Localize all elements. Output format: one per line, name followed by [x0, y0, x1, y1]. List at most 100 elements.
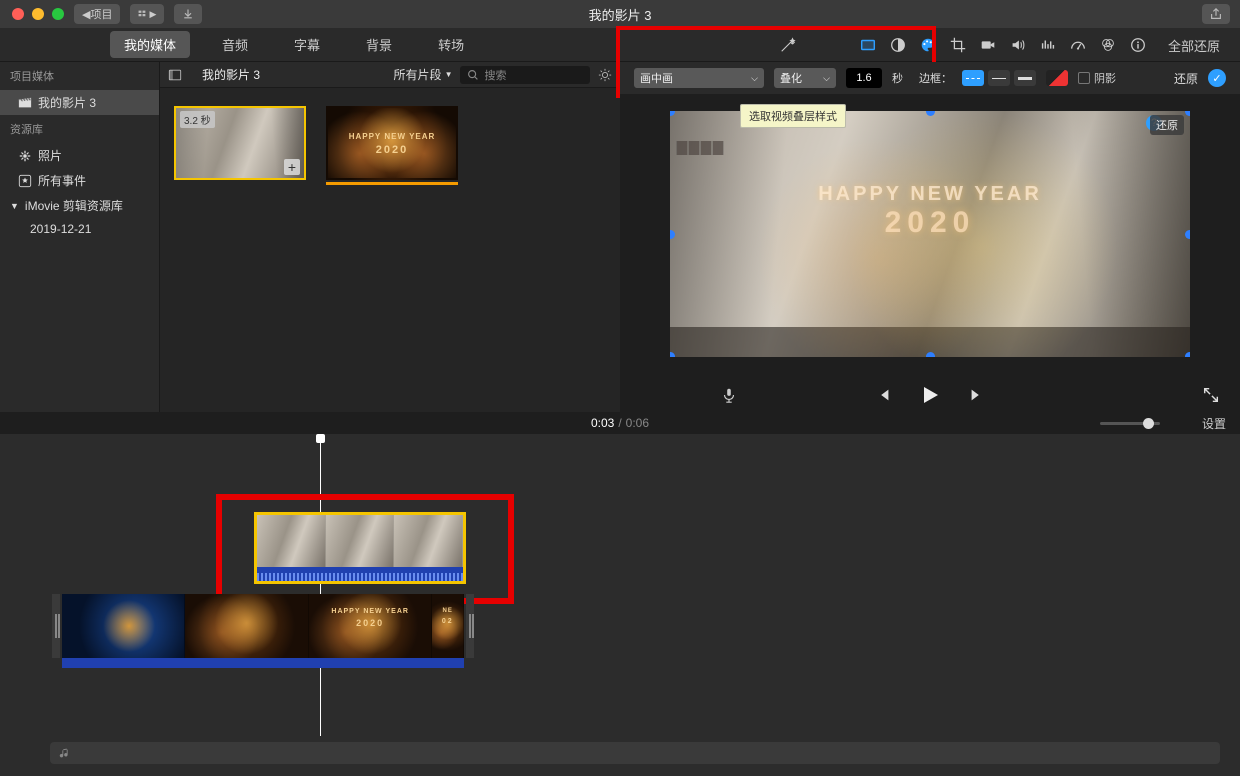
sidebar-item-photos-label: 照片 [38, 147, 62, 164]
voiceover-button[interactable] [720, 386, 738, 407]
color-balance-button[interactable] [888, 35, 908, 55]
tab-backgrounds[interactable]: 背景 [352, 31, 406, 58]
chevron-left-icon: ◀ [82, 8, 90, 21]
transport-controls [620, 380, 1240, 412]
overlay-mode-dropdown[interactable]: 画中画 ⌵ [634, 68, 764, 88]
tab-my-media[interactable]: 我的媒体 [110, 31, 190, 58]
zoom-knob[interactable] [1143, 418, 1154, 429]
prev-frame-button[interactable] [874, 386, 892, 407]
clip-trim-handle-left[interactable] [52, 594, 60, 658]
tab-backgrounds-label: 背景 [366, 38, 392, 53]
sidebar-item-all-events[interactable]: 所有事件 [0, 168, 159, 193]
checkbox-icon [1078, 72, 1090, 84]
resize-handle-bm[interactable] [926, 352, 935, 357]
search-input[interactable]: 搜索 [460, 66, 590, 84]
border-thin-button[interactable] [988, 70, 1010, 86]
preview-text-line1: HAPPY NEW YEAR [670, 183, 1190, 206]
volume-button[interactable] [1008, 35, 1028, 55]
back-to-projects-button[interactable]: ◀ 项目 [74, 4, 120, 24]
dashed-line-icon [966, 78, 980, 79]
resize-handle-br[interactable] [1185, 352, 1190, 357]
dissolve-dropdown[interactable]: 叠化 ⌵ [774, 68, 836, 88]
timeline-settings-label: 设置 [1202, 417, 1226, 431]
sidebar-item-photos[interactable]: 照片 [0, 143, 159, 168]
speed-button[interactable] [1068, 35, 1088, 55]
crop-button[interactable] [948, 35, 968, 55]
timeline-settings-button[interactable]: 设置 [1202, 415, 1226, 432]
clip-filter-dropdown[interactable]: 所有片段 ▼ [394, 66, 453, 83]
overlay-settings-button[interactable] [858, 35, 878, 55]
shadow-label: 阴影 [1094, 70, 1116, 86]
share-icon [1209, 7, 1223, 21]
video-preview[interactable]: HAPPY NEW YEAR 2020 ? 还原 [670, 111, 1190, 357]
tab-transitions[interactable]: 转场 [424, 31, 478, 58]
resize-handle-rm[interactable] [1185, 230, 1190, 239]
window-controls [12, 8, 64, 20]
fullscreen-icon [1202, 386, 1220, 404]
browser-settings-button[interactable] [598, 68, 612, 82]
overlay-clip-audio[interactable] [257, 567, 463, 584]
timeline-overlay-clip[interactable] [254, 512, 466, 584]
auto-enhance-button[interactable] [778, 35, 798, 55]
browser-content: 3.2 秒 + HAPPY NEW YEAR 2020 [160, 88, 620, 412]
time-separator: / [618, 416, 621, 430]
browser-title: 我的影片 3 [202, 66, 260, 83]
thumb-2-used-indicator [326, 182, 458, 185]
tab-titles[interactable]: 字幕 [280, 31, 334, 58]
media-thumb-1[interactable]: 3.2 秒 + [174, 106, 306, 180]
border-thick-button[interactable] [1014, 70, 1036, 86]
thumb-2-text1: HAPPY NEW YEAR [328, 132, 456, 141]
main-clip-audio[interactable] [62, 658, 464, 668]
timeline-main-track[interactable]: HAPPY NEW YEAR 2020 NE 02 [62, 594, 464, 672]
shadow-checkbox[interactable]: 阴影 [1078, 70, 1116, 86]
background-music-well[interactable] [50, 742, 1220, 764]
next-frame-button[interactable] [968, 386, 986, 407]
timeline-zoom-slider[interactable] [1100, 422, 1160, 425]
info-button[interactable] [1128, 35, 1148, 55]
sidebar-toggle-button[interactable] [168, 68, 182, 82]
tab-my-media-label: 我的媒体 [124, 38, 176, 53]
chevron-right-icon: ▶ [150, 9, 157, 20]
preview-wrap: HAPPY NEW YEAR 2020 ? 还原 [620, 94, 1240, 380]
crop-icon [949, 36, 967, 54]
minimize-window-button[interactable] [32, 8, 44, 20]
palette-icon [919, 36, 937, 54]
thumb-2-text2: 2020 [328, 144, 456, 156]
sidebar-item-event-date[interactable]: 2019-12-21 [0, 218, 159, 240]
restore-all-button[interactable]: 全部还原 [1168, 36, 1220, 55]
library-view-button[interactable]: ▶ [130, 4, 164, 24]
skip-forward-icon [968, 386, 986, 404]
playhead[interactable] [320, 434, 321, 736]
noise-reduction-button[interactable] [1038, 35, 1058, 55]
thumb-1-add-button[interactable]: + [284, 159, 300, 175]
dissolve-value: 叠化 [780, 70, 802, 86]
download-arrow-icon [182, 7, 194, 21]
preview-restore-badge[interactable]: 还原 [1150, 115, 1184, 135]
clip-filter-button[interactable] [1098, 35, 1118, 55]
search-placeholder: 搜索 [484, 67, 506, 83]
back-to-projects-label: 项目 [90, 6, 112, 22]
play-button[interactable] [918, 383, 942, 410]
import-button[interactable] [174, 4, 202, 24]
border-color-swatch[interactable] [1046, 70, 1068, 86]
color-correction-button[interactable] [918, 35, 938, 55]
border-none-button[interactable] [962, 70, 984, 86]
maximize-window-button[interactable] [52, 8, 64, 20]
preview-position-controls[interactable] [676, 141, 724, 155]
timeline[interactable]: HAPPY NEW YEAR 2020 NE 02 [0, 434, 1240, 776]
close-window-button[interactable] [12, 8, 24, 20]
share-button[interactable] [1202, 4, 1230, 24]
overlay-restore-button[interactable]: 还原 [1174, 70, 1198, 87]
clip-trim-handle-right[interactable] [466, 594, 474, 658]
sidebar-item-imovie-library[interactable]: ▼ iMovie 剪辑资源库 [0, 193, 159, 218]
dissolve-duration-field[interactable]: 1.6 [846, 68, 882, 88]
stabilization-button[interactable] [978, 35, 998, 55]
sidebar-item-project[interactable]: 我的影片 3 [0, 90, 159, 115]
overlay-apply-button[interactable]: ✓ [1208, 69, 1226, 87]
tab-audio[interactable]: 音频 [208, 31, 262, 58]
sidebar-item-imovie-library-label: iMovie 剪辑资源库 [25, 197, 123, 214]
equalizer-icon [1039, 36, 1057, 54]
media-thumb-2[interactable]: HAPPY NEW YEAR 2020 [326, 106, 458, 185]
grid-icon [138, 7, 147, 21]
fullscreen-button[interactable] [1202, 386, 1220, 407]
